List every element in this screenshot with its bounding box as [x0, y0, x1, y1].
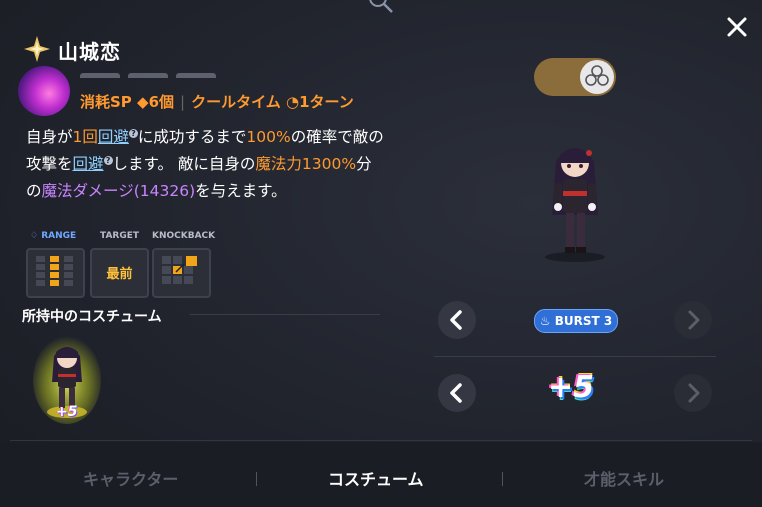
- tab-talent-skill[interactable]: 才能スキル: [584, 466, 664, 490]
- skill-description: 自身が1回回避? に成功するまで100%の確率で敵の攻撃を回避? します。 敵に自身…: [26, 124, 386, 205]
- magnifier-deco-icon: [369, 0, 393, 13]
- desc-chance: 100%: [246, 128, 291, 146]
- range-box[interactable]: [26, 248, 85, 298]
- divider: [434, 356, 716, 357]
- skill-costume-screen: 山城恋 消耗SP ◆6個 | クールタイム ◔1ターン 自身が1回回避? に成功するま…: [0, 0, 762, 507]
- range-header: ♢ RANGE: [30, 231, 77, 241]
- tab-divider: [256, 472, 257, 486]
- chevron-right-icon: [688, 310, 700, 330]
- chevron-left-icon: [450, 383, 462, 403]
- owned-costume-heading: 所持中のコスチューム: [22, 309, 162, 325]
- skill-cost-row: 消耗SP ◆6個 | クールタイム ◔1ターン: [80, 91, 354, 112]
- target-label: TARGET: [100, 231, 140, 241]
- tab-character[interactable]: キャラクター: [83, 466, 178, 490]
- page-title: 山城恋: [58, 40, 121, 64]
- burst-label: BURST 3: [554, 314, 613, 328]
- evade-keyword-link[interactable]: 回避: [98, 128, 129, 146]
- flame-icon: ♨: [539, 314, 551, 328]
- sp-label: 消耗SP: [80, 93, 132, 111]
- target-box[interactable]: 最前: [90, 248, 149, 298]
- divider: [190, 314, 380, 315]
- evade-keyword-link[interactable]: 回避: [73, 155, 104, 173]
- desc-magic-power: 魔法力1300%: [255, 155, 357, 173]
- desc-text: 自身が: [26, 128, 73, 146]
- close-icon[interactable]: [722, 12, 752, 42]
- enhance-next-button[interactable]: [674, 374, 712, 412]
- enhance-level-label: +5: [548, 370, 595, 405]
- knockback-box[interactable]: [152, 248, 211, 298]
- tab-divider: [502, 472, 503, 486]
- costume-enhance-badge: +5: [56, 404, 78, 420]
- help-icon[interactable]: ?: [103, 155, 113, 165]
- knockback-grid-icon: [162, 256, 197, 284]
- chevron-right-icon: [688, 383, 700, 403]
- divider: |: [180, 93, 186, 111]
- character-preview: [545, 148, 605, 262]
- cooldown-label: クールタイム: [191, 93, 281, 111]
- desc-text: に成功するまで: [137, 128, 247, 146]
- range-grid-icon: [36, 256, 73, 286]
- knockback-label: KNOCKBACK: [152, 231, 216, 241]
- skill-icon: [18, 66, 70, 116]
- desc-count: 1回: [72, 128, 98, 146]
- skill-name-cropped: [80, 68, 240, 78]
- target-value: 最前: [106, 267, 133, 282]
- desc-magic-damage: 魔法ダメージ(14326): [41, 182, 196, 200]
- burst-level-badge: ♨ BURST 3: [534, 309, 618, 333]
- clover-icon: [585, 65, 609, 86]
- costume-display-toggle[interactable]: [534, 58, 616, 96]
- chevron-left-icon: [450, 310, 462, 330]
- enhance-prev-button[interactable]: [438, 374, 476, 412]
- range-label: RANGE: [41, 231, 77, 241]
- desc-text: を与えます。: [195, 182, 287, 200]
- cooldown-value: ◔1ターン: [286, 93, 354, 111]
- desc-text: します。 敵に自身の: [112, 155, 256, 173]
- divider: [10, 440, 752, 441]
- burst-next-button[interactable]: [674, 301, 712, 339]
- toggle-knob: [580, 60, 614, 94]
- sparkle-star-icon: [24, 36, 50, 62]
- help-icon[interactable]: ?: [128, 128, 138, 138]
- burst-prev-button[interactable]: [438, 301, 476, 339]
- tab-costume[interactable]: コスチューム: [328, 466, 424, 490]
- sp-value: ◆6個: [137, 93, 175, 111]
